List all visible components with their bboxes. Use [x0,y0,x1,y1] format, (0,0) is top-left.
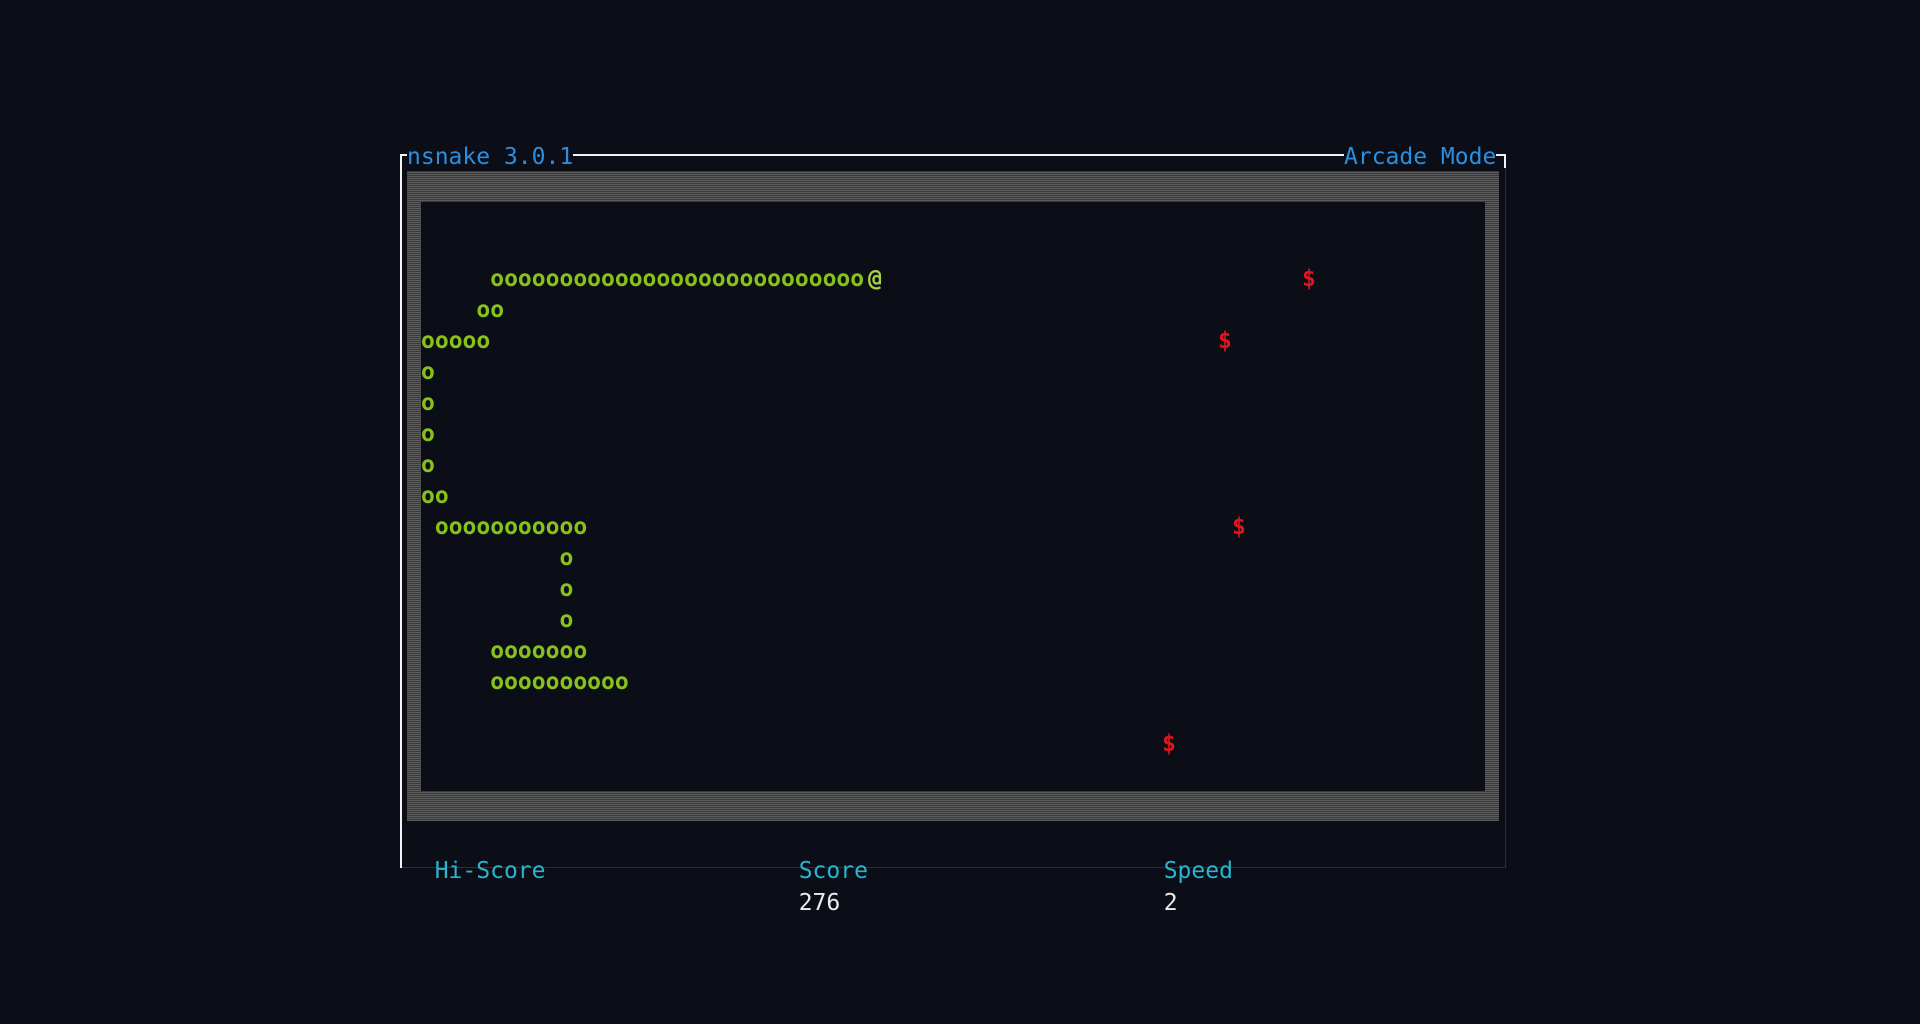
snake-row: o [421,452,435,478]
snake-row: ooooooooooooooooooooooooooo [421,266,865,292]
snake-row: ooooooooooo [421,514,588,540]
frame-corner-tick-bottom [400,855,402,868]
snake-row: ooooooo [421,638,588,664]
snake-row: oo [421,297,505,323]
snake-row: ooooo [421,328,491,354]
snake-row: oooooooooo [421,669,629,695]
frame-corner-tick-left [400,154,402,168]
window-title: nsnake 3.0.1 [407,144,574,170]
frame-corner-tick-right [1504,154,1506,168]
score-value: 276 [798,890,841,916]
speed-value: 2 [1163,890,1178,916]
fruit-dollar: $ [1232,514,1246,540]
fruit-dollar: $ [1218,328,1232,354]
snake-row: o [421,359,435,385]
speed-display: Speed 2 [1136,823,1233,919]
snake-row: o [421,545,574,571]
score-display: Score 276 [771,823,868,919]
fruit-dollar: $ [1162,731,1176,757]
snake-row: o [421,576,574,602]
fruit-dollar: $ [1302,266,1316,292]
hiscore-label: Hi-Score [434,858,546,884]
speed-label: Speed [1163,858,1233,884]
hiscore-display: Hi-Score [407,823,546,919]
snake-head: @ [868,266,882,292]
snake-row: o [421,390,435,416]
arena-playfield: ooooooooooooooooooooooooooo @ oo ooooo o… [421,202,1485,791]
mode-title: Arcade Mode [1344,144,1497,170]
snake-row: o [421,607,574,633]
score-label: Score [798,858,868,884]
snake-row: oo [421,483,449,509]
snake-row: o [421,421,435,447]
